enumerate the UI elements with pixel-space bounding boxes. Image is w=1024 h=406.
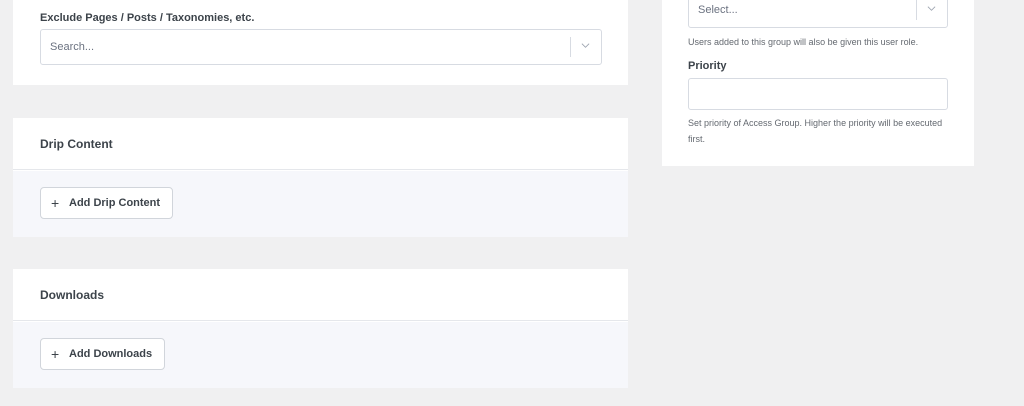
user-role-placeholder: Select...: [698, 4, 738, 16]
select-separator: [916, 0, 917, 20]
downloads-title: Downloads: [40, 288, 105, 302]
select-separator: [570, 37, 571, 57]
priority-label: Priority: [688, 60, 727, 72]
priority-input[interactable]: [688, 78, 948, 110]
drip-content-title: Drip Content: [40, 137, 113, 151]
priority-help: Set priority of Access Group. Higher the…: [688, 118, 943, 144]
user-role-help: Users added to this group will also be g…: [688, 37, 919, 47]
drip-content-header: Drip Content: [13, 118, 628, 170]
access-group-settings-panel: Select... Users added to this group will…: [662, 0, 974, 166]
add-downloads-label: Add Downloads: [69, 348, 153, 360]
add-drip-content-button[interactable]: + Add Drip Content: [40, 187, 174, 219]
exclude-label: Exclude Pages / Posts / Taxonomies, etc.: [40, 12, 255, 24]
plus-icon: +: [51, 346, 60, 362]
drip-content-panel: Drip Content + Add Drip Content: [13, 118, 628, 237]
downloads-header: Downloads: [13, 269, 628, 321]
add-downloads-button[interactable]: + Add Downloads: [40, 338, 166, 370]
chevron-down-icon[interactable]: [581, 41, 590, 50]
add-drip-content-label: Add Drip Content: [69, 197, 161, 209]
chevron-down-icon[interactable]: [927, 4, 936, 13]
drip-content-body: + Add Drip Content: [13, 171, 628, 237]
downloads-panel: Downloads + Add Downloads: [13, 269, 628, 388]
exclude-panel: Exclude Pages / Posts / Taxonomies, etc.…: [13, 0, 628, 85]
downloads-body: + Add Downloads: [13, 322, 628, 388]
plus-icon: +: [51, 195, 60, 211]
exclude-search-select[interactable]: Search...: [40, 29, 602, 65]
exclude-search-placeholder: Search...: [50, 41, 95, 53]
user-role-select[interactable]: Select...: [688, 0, 948, 28]
